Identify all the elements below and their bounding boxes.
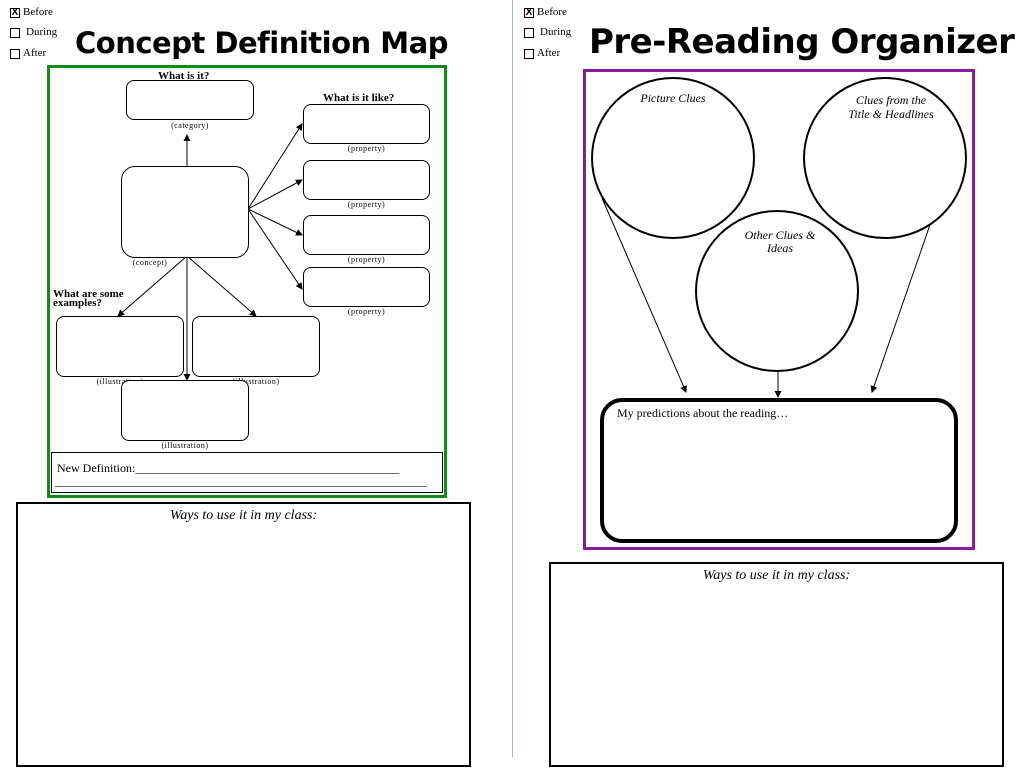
- other-clues-line2: Ideas: [767, 241, 793, 255]
- property-box-3[interactable]: [303, 215, 430, 255]
- examples-heading-line2: examples?: [53, 297, 102, 309]
- property-box-1[interactable]: [303, 104, 430, 144]
- ways-label-left: Ways to use it in my class:: [169, 508, 318, 523]
- ways-box-right[interactable]: Ways to use it in my class:: [549, 562, 1004, 767]
- what-is-it-like-heading: What is it like?: [323, 92, 395, 104]
- concept-caption: (concept): [132, 258, 168, 267]
- property-box-4[interactable]: [303, 267, 430, 307]
- new-definition-line: ________________________________________…: [55, 474, 427, 488]
- concept-map-arrows: [117, 123, 303, 381]
- property-caption-3: (property): [347, 255, 386, 264]
- illustration-box-3[interactable]: [121, 380, 249, 441]
- category-box[interactable]: [126, 80, 254, 120]
- illustration-caption-3: (illustration): [161, 441, 209, 450]
- title-clues-line2: Title & Headlines: [848, 107, 934, 121]
- illustration-box-2[interactable]: [192, 316, 320, 377]
- picture-clues-label: Picture Clues: [640, 91, 706, 105]
- ways-label-right: Ways to use it in my class:: [702, 568, 851, 583]
- property-caption-4: (property): [347, 307, 386, 316]
- category-caption: (category): [171, 121, 209, 130]
- other-clues-label: Other Clues & Ideas: [695, 229, 865, 255]
- title-clues-label: Clues from the Title & Headlines: [803, 93, 979, 121]
- ways-box-left[interactable]: Ways to use it in my class:: [16, 502, 471, 767]
- illustration-box-1[interactable]: [56, 316, 184, 377]
- title-clues-line1: Clues from the: [855, 93, 927, 107]
- property-caption-1: (property): [347, 144, 386, 153]
- new-definition-box[interactable]: New Definition:_________________________…: [51, 452, 443, 493]
- predictions-label: My predictions about the reading…: [617, 406, 789, 420]
- property-box-2[interactable]: [303, 160, 430, 200]
- concept-box[interactable]: [121, 166, 249, 258]
- predictions-box[interactable]: My predictions about the reading…: [600, 398, 958, 543]
- property-caption-2: (property): [347, 200, 386, 209]
